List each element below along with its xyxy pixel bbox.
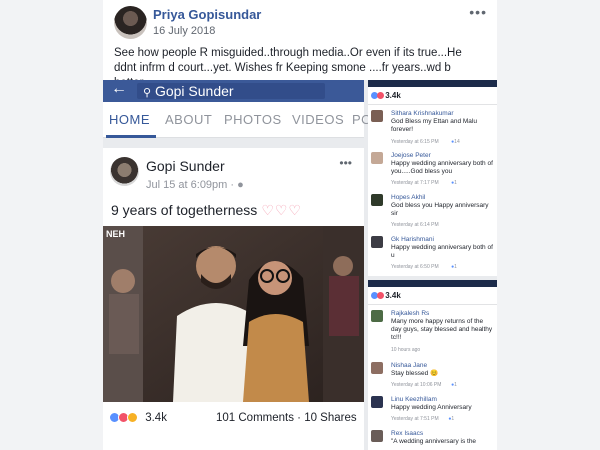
shared-post-card: Gopi Sunder Jul 15 at 6:09pm · ● ••• 9 y… xyxy=(103,148,364,450)
post-date[interactable]: 16 July 2018 xyxy=(153,25,215,37)
comment-meta: 10 hours ago xyxy=(391,347,421,353)
card-options-button[interactable]: ••• xyxy=(339,156,352,170)
comment-meta: Yesterday at 6:14 PM xyxy=(391,222,439,228)
couple-photo[interactable]: NEH xyxy=(103,226,364,402)
commenter-name[interactable]: Hopes Akhil xyxy=(391,194,425,201)
comment-meta: Yesterday at 6:15 PM ●14 xyxy=(391,139,460,145)
commenter-avatar[interactable] xyxy=(371,310,383,322)
comments-shares-count[interactable]: 101 Comments · 10 Shares xyxy=(216,412,357,424)
card-date[interactable]: Jul 15 at 6:09pm · ● xyxy=(146,179,244,191)
panel2-like-count[interactable]: 3.4k xyxy=(371,291,401,300)
commenter-avatar[interactable] xyxy=(371,194,383,206)
comment-meta: Yesterday at 10:06 PM ●1 xyxy=(391,382,457,388)
commenter-avatar[interactable] xyxy=(371,236,383,248)
divider xyxy=(368,104,497,105)
fb-top-bar: ← ⚲ Gopi Sunder xyxy=(103,80,364,102)
gopi-avatar[interactable] xyxy=(110,157,139,186)
comment-meta: Yesterday at 7:51 PM ●1 xyxy=(391,416,455,422)
comment-meta: Yesterday at 7:17 PM ●1 xyxy=(391,180,457,186)
comment-text: Happy wedding anniversary both of u xyxy=(391,244,493,259)
commenter-name[interactable]: Nishaa Jane xyxy=(391,362,427,369)
globe-icon: ● xyxy=(237,179,244,191)
comment-item: Joejose Peter Happy wedding anniversary … xyxy=(371,152,495,190)
page-tabs: HOME ABOUT PHOTOS VIDEOS PO xyxy=(103,102,371,138)
reaction-count[interactable]: 3.4k xyxy=(145,412,167,424)
status-bar xyxy=(368,80,497,87)
comment-text: God Bless my Ettan and Malu forever! xyxy=(391,118,477,133)
commenter-avatar[interactable] xyxy=(371,362,383,374)
tab-about[interactable]: ABOUT xyxy=(165,112,212,127)
commenter-avatar[interactable] xyxy=(371,396,383,408)
card-text: 9 years of togetherness ♡♡♡ xyxy=(111,202,302,218)
comment-meta: Yesterday at 6:50 PM ●1 xyxy=(391,264,457,270)
tab-photos[interactable]: PHOTOS xyxy=(224,112,282,127)
status-bar xyxy=(368,280,497,287)
commenter-avatar[interactable] xyxy=(371,110,383,122)
panel1-like-count[interactable]: 3.4k xyxy=(371,91,401,100)
comment-item: Rajkalesh Rs Many more happy returns of … xyxy=(371,310,495,358)
comments-panel-2: 3.4k Rajkalesh Rs Many more happy return… xyxy=(368,280,497,450)
author-avatar[interactable] xyxy=(114,6,147,39)
back-arrow-icon[interactable]: ← xyxy=(111,80,127,98)
couple-photo-image: NEH xyxy=(103,226,364,402)
reaction-bar[interactable]: 3.4k 101 Comments · 10 Shares xyxy=(109,412,359,424)
commenter-name[interactable]: Gk Harishmani xyxy=(391,236,434,243)
feed-gap xyxy=(103,138,364,148)
embedded-screenshots: ← ⚲ Gopi Sunder HOME ABOUT PHOTOS VIDEOS… xyxy=(103,80,497,450)
wow-icon xyxy=(127,412,138,424)
love-icon xyxy=(377,92,384,100)
tab-home[interactable]: HOME xyxy=(109,112,150,127)
commenter-name[interactable]: Linu Keezhillam xyxy=(391,396,437,403)
author-name[interactable]: Priya Gopisundar xyxy=(153,7,261,22)
comment-text: Happy wedding anniversary both of you...… xyxy=(391,160,493,175)
comment-item: Gk Harishmani Happy wedding anniversary … xyxy=(371,236,495,274)
comment-item: Rex Isaacs "A wedding anniversary is the xyxy=(371,430,495,450)
card-author[interactable]: Gopi Sunder xyxy=(146,158,225,174)
left-margin xyxy=(0,0,103,450)
embedded-page-screenshot: ← ⚲ Gopi Sunder HOME ABOUT PHOTOS VIDEOS… xyxy=(103,80,371,450)
search-field[interactable]: ⚲ Gopi Sunder xyxy=(137,83,325,99)
search-text: Gopi Sunder xyxy=(154,83,234,99)
commenter-name[interactable]: Rajkalesh Rs xyxy=(391,310,429,317)
commenter-avatar[interactable] xyxy=(371,152,383,164)
commenter-name[interactable]: Joejose Peter xyxy=(391,152,431,159)
comment-text: "A wedding anniversary is the xyxy=(391,438,477,445)
post-options-button[interactable]: ••• xyxy=(469,4,487,20)
screenshot-frame: Priya Gopisundar 16 July 2018 ••• See ho… xyxy=(0,0,600,450)
comments-panel-1: 3.4k Sithara Krishnakumar God Bless my E… xyxy=(368,80,497,276)
comment-item: Nishaa Jane Stay blessed 😊 Yesterday at … xyxy=(371,362,495,392)
facebook-post: Priya Gopisundar 16 July 2018 ••• See ho… xyxy=(103,0,497,450)
commenter-name[interactable]: Sithara Krishnakumar xyxy=(391,110,454,117)
comment-text: Stay blessed 😊 xyxy=(391,370,439,377)
right-margin xyxy=(497,0,600,450)
comment-text: Many more happy returns of the day guys,… xyxy=(391,318,493,341)
divider xyxy=(368,304,497,305)
embedded-comments-screenshots: 3.4k Sithara Krishnakumar God Bless my E… xyxy=(368,80,497,450)
comment-item: Linu Keezhillam Happy wedding Anniversar… xyxy=(371,396,495,426)
search-icon: ⚲ xyxy=(143,87,152,99)
hearts-icon: ♡♡♡ xyxy=(261,202,302,218)
photo-watermark: NEH xyxy=(106,229,125,239)
commenter-avatar[interactable] xyxy=(371,430,383,442)
tab-videos[interactable]: VIDEOS xyxy=(292,112,344,127)
comment-item: Sithara Krishnakumar God Bless my Ettan … xyxy=(371,110,495,148)
commenter-name[interactable]: Rex Isaacs xyxy=(391,430,423,437)
comment-item: Hopes Akhil God bless you Happy annivers… xyxy=(371,194,495,232)
love-icon xyxy=(377,292,384,300)
comment-text: God bless you Happy anniversary sir xyxy=(391,202,489,217)
comment-text: Happy wedding Anniversary xyxy=(391,404,472,411)
